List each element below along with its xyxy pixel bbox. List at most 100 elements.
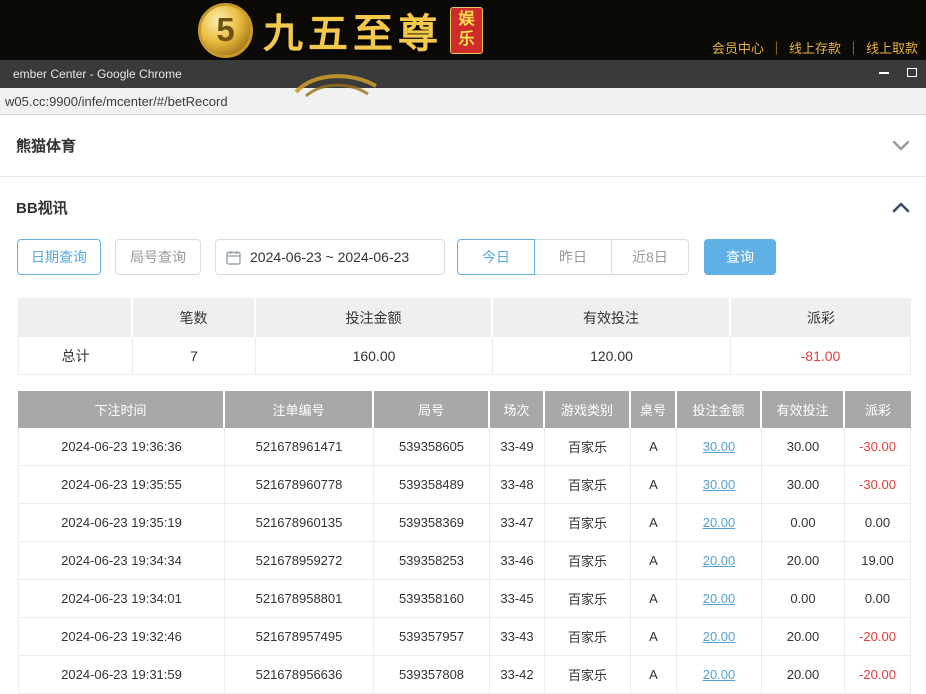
summary-total-valid-bet: 120.00 xyxy=(493,337,731,375)
calendar-icon xyxy=(226,250,241,265)
cell-table-no: A xyxy=(631,466,677,504)
summary-header-count: 笔数 xyxy=(133,298,256,337)
address-bar[interactable]: w05.cc:9900/infe/mcenter/#/betRecord xyxy=(0,88,926,115)
site-banner: 5 九五至尊 娱 乐 会员中心｜线上存款｜线上取款 xyxy=(0,0,926,60)
table-row: 2024-06-23 19:36:36 521678961471 5393586… xyxy=(18,428,911,466)
date-range-input[interactable]: 2024-06-23 ~ 2024-06-23 xyxy=(215,239,445,275)
header-table-no: 桌号 xyxy=(631,391,677,428)
bet-amount-link[interactable]: 30.00 xyxy=(677,466,762,504)
minimize-button[interactable] xyxy=(874,64,894,81)
bet-amount-link[interactable]: 20.00 xyxy=(677,504,762,542)
link-online-deposit[interactable]: 线上存款 xyxy=(789,41,841,56)
summary-header-valid-bet: 有效投注 xyxy=(493,298,731,337)
filter-toolbar: 日期查询 局号查询 2024-06-23 ~ 2024-06-23 今日 昨日 … xyxy=(0,239,926,275)
summary-total-count: 7 xyxy=(133,337,256,375)
cell-payout: -30.00 xyxy=(845,466,911,504)
table-row: 2024-06-23 19:35:55 521678960778 5393584… xyxy=(18,466,911,504)
cell-payout: 19.00 xyxy=(845,542,911,580)
bet-table-header-row: 下注时间 注单编号 局号 场次 游戏类别 桌号 投注金额 有效投注 派彩 xyxy=(18,391,911,428)
window-controls xyxy=(874,64,922,81)
section-panda-sports[interactable]: 熊猫体育 xyxy=(0,115,926,177)
summary-total-bet-amount: 160.00 xyxy=(256,337,493,375)
cell-round-no: 539358489 xyxy=(374,466,490,504)
cell-bet-id: 521678961471 xyxy=(225,428,374,466)
link-member-center[interactable]: 会员中心 xyxy=(712,41,764,56)
date-range-value: 2024-06-23 ~ 2024-06-23 xyxy=(250,249,409,265)
cell-table-no: A xyxy=(631,428,677,466)
chevron-down-icon[interactable] xyxy=(892,140,910,151)
logo-badge: 娱 乐 xyxy=(450,7,483,54)
bet-amount-link[interactable]: 20.00 xyxy=(677,618,762,656)
cell-round-no: 539357808 xyxy=(374,656,490,694)
minimize-icon xyxy=(879,72,889,74)
round-query-button[interactable]: 局号查询 xyxy=(115,239,201,275)
summary-total-row: 总计 7 160.00 120.00 -81.00 xyxy=(18,337,911,375)
summary-total-label: 总计 xyxy=(18,337,133,375)
summary-header-bet-amount: 投注金额 xyxy=(256,298,493,337)
coin-digit: 5 xyxy=(216,11,234,49)
cell-bet-id: 521678959272 xyxy=(225,542,374,580)
window-titlebar: ember Center - Google Chrome xyxy=(0,60,926,88)
site-logo: 5 九五至尊 娱 乐 xyxy=(198,1,483,59)
cell-session: 33-43 xyxy=(490,618,545,656)
date-query-button[interactable]: 日期查询 xyxy=(17,239,101,275)
coin-logo-icon: 5 xyxy=(198,3,253,58)
header-round-no: 局号 xyxy=(374,391,490,428)
cell-session: 33-46 xyxy=(490,542,545,580)
bet-amount-link[interactable]: 20.00 xyxy=(677,542,762,580)
last-8-days-button[interactable]: 近8日 xyxy=(611,239,689,275)
today-button[interactable]: 今日 xyxy=(457,239,535,275)
section-title-bb: BB视讯 xyxy=(16,197,68,218)
url-text: w05.cc:9900/infe/mcenter/#/betRecord xyxy=(5,94,228,109)
cell-bet-time: 2024-06-23 19:31:59 xyxy=(18,656,225,694)
cell-valid-bet: 20.00 xyxy=(762,618,845,656)
cell-bet-time: 2024-06-23 19:36:36 xyxy=(18,428,225,466)
section-bb-video[interactable]: BB视讯 xyxy=(0,177,926,237)
search-button[interactable]: 查询 xyxy=(704,239,776,275)
cell-session: 33-47 xyxy=(490,504,545,542)
header-bet-time: 下注时间 xyxy=(18,391,225,428)
chevron-up-icon[interactable] xyxy=(892,202,910,213)
cell-table-no: A xyxy=(631,656,677,694)
header-bet-id: 注单编号 xyxy=(225,391,374,428)
cell-bet-id: 521678960135 xyxy=(225,504,374,542)
maximize-button[interactable] xyxy=(902,64,922,81)
cell-bet-id: 521678957495 xyxy=(225,618,374,656)
cell-game-type: 百家乐 xyxy=(545,504,631,542)
cell-table-no: A xyxy=(631,618,677,656)
cell-game-type: 百家乐 xyxy=(545,656,631,694)
cell-session: 33-45 xyxy=(490,580,545,618)
yesterday-button[interactable]: 昨日 xyxy=(534,239,612,275)
cell-payout: -20.00 xyxy=(845,618,911,656)
table-row: 2024-06-23 19:34:34 521678959272 5393582… xyxy=(18,542,911,580)
cell-game-type: 百家乐 xyxy=(545,618,631,656)
bet-amount-link[interactable]: 20.00 xyxy=(677,580,762,618)
cell-bet-time: 2024-06-23 19:34:34 xyxy=(18,542,225,580)
cell-payout: -30.00 xyxy=(845,428,911,466)
cell-table-no: A xyxy=(631,580,677,618)
summary-header-payout: 派彩 xyxy=(731,298,911,337)
header-payout: 派彩 xyxy=(845,391,911,428)
table-row: 2024-06-23 19:32:46 521678957495 5393579… xyxy=(18,618,911,656)
cell-session: 33-48 xyxy=(490,466,545,504)
cell-bet-id: 521678960778 xyxy=(225,466,374,504)
link-online-withdraw[interactable]: 线上取款 xyxy=(866,41,918,56)
cell-bet-time: 2024-06-23 19:34:01 xyxy=(18,580,225,618)
window-title: ember Center - Google Chrome xyxy=(13,67,182,81)
header-bet-amount: 投注金额 xyxy=(677,391,762,428)
cell-table-no: A xyxy=(631,542,677,580)
bet-amount-link[interactable]: 20.00 xyxy=(677,656,762,694)
cell-game-type: 百家乐 xyxy=(545,466,631,504)
cell-table-no: A xyxy=(631,504,677,542)
table-row: 2024-06-23 19:35:19 521678960135 5393583… xyxy=(18,504,911,542)
cell-payout: 0.00 xyxy=(845,504,911,542)
bet-amount-link[interactable]: 30.00 xyxy=(677,428,762,466)
header-game-type: 游戏类别 xyxy=(545,391,631,428)
cell-round-no: 539358605 xyxy=(374,428,490,466)
banner-links: 会员中心｜线上存款｜线上取款 xyxy=(712,38,918,57)
cell-valid-bet: 0.00 xyxy=(762,580,845,618)
cell-round-no: 539358253 xyxy=(374,542,490,580)
cell-round-no: 539357957 xyxy=(374,618,490,656)
cell-bet-time: 2024-06-23 19:35:55 xyxy=(18,466,225,504)
cell-valid-bet: 20.00 xyxy=(762,542,845,580)
